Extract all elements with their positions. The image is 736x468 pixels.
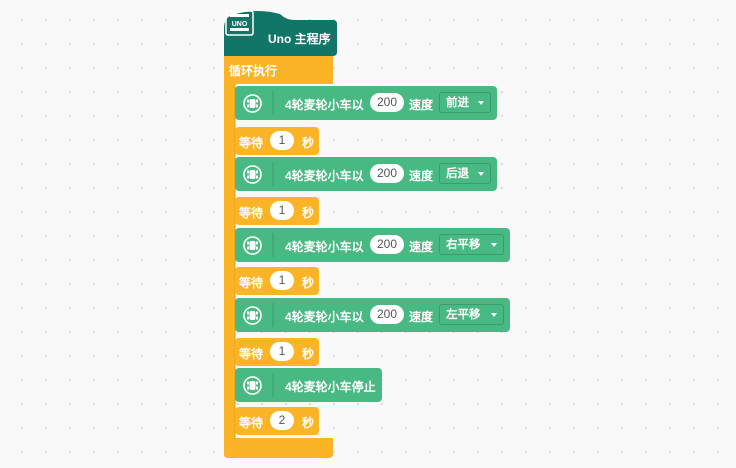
speed-input[interactable]: 200 bbox=[370, 235, 404, 254]
direction-value: 后退 bbox=[446, 168, 469, 180]
arduino-uno-board-icon: UNO bbox=[225, 10, 254, 36]
seconds-unit: 秒 bbox=[302, 136, 315, 150]
car-icon bbox=[243, 306, 262, 325]
wait-seconds-input[interactable]: 1 bbox=[270, 342, 294, 361]
seconds-unit: 秒 bbox=[302, 276, 315, 290]
wait-label: 等待 bbox=[239, 206, 264, 220]
direction-value: 右平移 bbox=[446, 239, 481, 251]
direction-value: 前进 bbox=[446, 97, 469, 109]
speed-label: 速度 bbox=[409, 98, 434, 112]
uno-main-program-hat-block[interactable]: UNO Uno 主程序 bbox=[224, 8, 337, 56]
seconds-unit: 秒 bbox=[302, 206, 315, 220]
wait-block[interactable]: 等待 1 秒 bbox=[235, 338, 319, 366]
motor-block-label: 4轮麦轮小车以 bbox=[285, 240, 364, 254]
car-icon bbox=[243, 236, 262, 255]
wait-label: 等待 bbox=[239, 416, 264, 430]
chevron-down-icon bbox=[491, 243, 497, 247]
motor-block-label: 4轮麦轮小车以 bbox=[285, 310, 364, 324]
chevron-down-icon bbox=[478, 172, 484, 176]
wait-block[interactable]: 等待 2 秒 bbox=[235, 407, 319, 435]
wait-label: 等待 bbox=[239, 136, 264, 150]
motor-block-label: 4轮麦轮小车以 bbox=[285, 169, 364, 183]
motor-stop-label: 4轮麦轮小车停止 bbox=[285, 380, 376, 394]
wait-seconds-input[interactable]: 1 bbox=[270, 131, 294, 150]
wait-label: 等待 bbox=[239, 347, 264, 361]
seconds-unit: 秒 bbox=[302, 347, 315, 361]
direction-value: 左平移 bbox=[446, 309, 481, 321]
car-icon bbox=[243, 94, 262, 113]
chevron-down-icon bbox=[491, 313, 497, 317]
motor-move-block[interactable]: 4轮麦轮小车以 200 速度 前进 bbox=[235, 86, 497, 120]
uno-badge-text: UNO bbox=[232, 21, 248, 28]
wait-block[interactable]: 等待 1 秒 bbox=[235, 127, 319, 155]
wait-seconds-input[interactable]: 2 bbox=[270, 411, 294, 430]
motor-block-label: 4轮麦轮小车以 bbox=[285, 98, 364, 112]
car-icon bbox=[243, 165, 262, 184]
motor-stop-block[interactable]: 4轮麦轮小车停止 bbox=[235, 368, 382, 402]
speed-label: 速度 bbox=[409, 240, 434, 254]
wait-seconds-input[interactable]: 1 bbox=[270, 271, 294, 290]
forever-loop-label: 循环执行 bbox=[229, 64, 278, 78]
direction-dropdown[interactable]: 左平移 bbox=[439, 304, 504, 325]
motor-move-block[interactable]: 4轮麦轮小车以 200 速度 左平移 bbox=[235, 298, 510, 332]
direction-dropdown[interactable]: 右平移 bbox=[439, 234, 504, 255]
speed-input[interactable]: 200 bbox=[370, 305, 404, 324]
wait-block[interactable]: 等待 1 秒 bbox=[235, 197, 319, 225]
speed-label: 速度 bbox=[409, 169, 434, 183]
motor-move-block[interactable]: 4轮麦轮小车以 200 速度 右平移 bbox=[235, 228, 510, 262]
direction-dropdown[interactable]: 后退 bbox=[439, 163, 491, 184]
car-icon bbox=[243, 376, 262, 395]
wait-block[interactable]: 等待 1 秒 bbox=[235, 267, 319, 295]
speed-label: 速度 bbox=[409, 310, 434, 324]
chevron-down-icon bbox=[478, 101, 484, 105]
speed-input[interactable]: 200 bbox=[370, 164, 404, 183]
seconds-unit: 秒 bbox=[302, 416, 315, 430]
motor-move-block[interactable]: 4轮麦轮小车以 200 速度 后退 bbox=[235, 157, 497, 191]
direction-dropdown[interactable]: 前进 bbox=[439, 92, 491, 113]
hat-title: Uno 主程序 bbox=[268, 32, 331, 46]
speed-input[interactable]: 200 bbox=[370, 93, 404, 112]
wait-seconds-input[interactable]: 1 bbox=[270, 201, 294, 220]
wait-label: 等待 bbox=[239, 276, 264, 290]
